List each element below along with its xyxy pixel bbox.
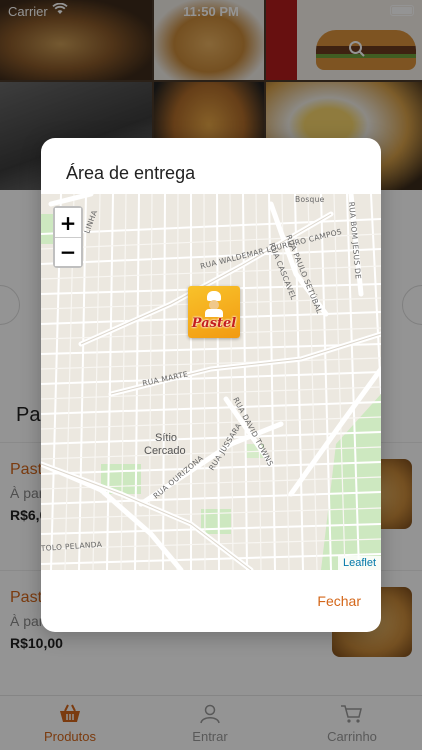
close-button[interactable]: Fechar: [317, 593, 361, 609]
delivery-area-modal: Área de entrega RUA WALDEMAR LOUREIRO CA…: [41, 138, 381, 632]
zoom-control: + −: [53, 206, 83, 268]
map-attribution-link[interactable]: Leaflet: [337, 556, 381, 570]
zoom-out-button[interactable]: −: [55, 237, 81, 266]
map-tiles: RUA WALDEMAR LOUREIRO CAMPOS RUA PAULO S…: [41, 194, 381, 570]
street-label: RUA OURIZONA: [152, 453, 206, 500]
delivery-map[interactable]: RUA WALDEMAR LOUREIRO CAMPOS RUA PAULO S…: [41, 194, 381, 570]
zoom-in-button[interactable]: +: [55, 208, 81, 237]
street-label: RUA MARTE: [142, 369, 189, 387]
street-label: Bosque: [295, 195, 325, 204]
street-label: RUA JUSSARA: [207, 421, 244, 472]
modal-title: Área de entrega: [66, 163, 196, 183]
store-marker[interactable]: Pastel: [188, 286, 240, 338]
marker-brand: Pastel: [191, 316, 237, 331]
place-label: Sítio: [155, 432, 177, 444]
place-label: Cercado: [144, 445, 186, 457]
street-label: RUA PAULO SETÚBAL: [284, 233, 324, 315]
